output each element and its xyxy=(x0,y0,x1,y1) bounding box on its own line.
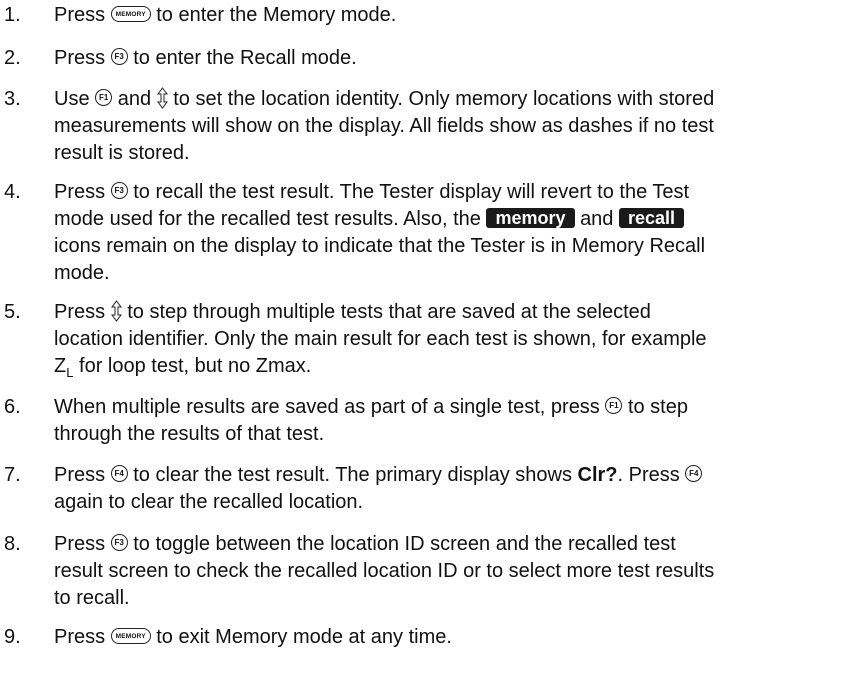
step-text: Use F1 and to set the location identity.… xyxy=(54,86,844,167)
step-text-part: result is stored. xyxy=(54,142,190,164)
step-text: Press F3 to toggle between the location … xyxy=(54,531,844,612)
step-text-part: . Press xyxy=(617,464,680,486)
step-text-part: to recall. xyxy=(54,587,130,609)
step-text-part: Press xyxy=(54,626,106,648)
step-number: 6. xyxy=(4,396,21,418)
f3-key-icon: F3 xyxy=(110,534,128,552)
step-text: Press MEMORY to enter the Memory mode. xyxy=(54,2,844,29)
step-text-part: to recall the test result. The Tester di… xyxy=(133,181,690,203)
recall-icon-badge: recall xyxy=(619,207,685,228)
step-text-part: to step through multiple tests that are … xyxy=(127,301,651,323)
step-text-part: Use xyxy=(54,88,90,110)
up-down-arrow-icon xyxy=(110,299,122,322)
step-number: 5. xyxy=(4,301,21,323)
step-text: Press F3 to recall the test result. The … xyxy=(54,179,844,287)
clr-display-text: Clr? xyxy=(577,464,618,486)
step-text-part: location identifier. Only the main resul… xyxy=(54,328,707,350)
step-number: 9. xyxy=(4,626,21,648)
step-text-part: to enter the Memory mode. xyxy=(156,4,397,26)
step-text-part: to set the location identity. Only memor… xyxy=(173,88,715,110)
step-text-part: and xyxy=(580,208,614,230)
step-number: 1. xyxy=(4,4,21,26)
step-text: Press F3 to enter the Recall mode. xyxy=(54,45,844,72)
step-number: 4. xyxy=(4,181,21,203)
step-text-part: Press xyxy=(54,47,106,69)
memory-key-icon: MEMORY xyxy=(110,627,151,644)
step-text-part: to step xyxy=(627,396,688,418)
step-text-part: Press xyxy=(54,181,106,203)
step-text-part: Press xyxy=(54,4,106,26)
step-text-part: Press xyxy=(54,301,106,323)
f4-key-icon: F4 xyxy=(685,465,703,483)
step-number: 7. xyxy=(4,464,21,486)
step-text-part: Press xyxy=(54,533,106,555)
memory-icon-badge: memory xyxy=(486,207,575,228)
step-text-part: to clear the test result. The primary di… xyxy=(133,464,572,486)
step-text-part: to toggle between the location ID screen… xyxy=(133,533,676,555)
step-text: When multiple results are saved as part … xyxy=(54,394,844,448)
step-text-part: measurements will show on the display. A… xyxy=(54,115,714,137)
step-text: Press to step through multiple tests tha… xyxy=(54,299,844,380)
step-text-part: to enter the Recall mode. xyxy=(133,47,357,69)
step-text-part: again to clear the recalled location. xyxy=(54,491,364,513)
zl-symbol: Z xyxy=(54,355,67,377)
step-text: Press F4 to clear the test result. The p… xyxy=(54,462,844,516)
step-text-part: and xyxy=(117,88,152,110)
step-text-part: When multiple results are saved as part … xyxy=(54,396,600,418)
step-number: 8. xyxy=(4,533,21,555)
step-number: 2. xyxy=(4,47,21,69)
step-text-part: to exit Memory mode at any time. xyxy=(156,626,452,648)
f4-key-icon: F4 xyxy=(110,465,128,483)
memory-key-icon: MEMORY xyxy=(110,5,151,22)
f3-key-icon: F3 xyxy=(110,182,128,200)
step-number: 3. xyxy=(4,88,21,110)
f1-key-icon: F1 xyxy=(605,397,623,415)
up-down-arrow-icon xyxy=(156,86,168,109)
step-text-part: result screen to check the recalled loca… xyxy=(54,560,715,582)
step-text-part: for loop test, but no Zmax. xyxy=(79,355,312,377)
step-text-part: through the results of that test. xyxy=(54,423,325,445)
step-text-part: Press xyxy=(54,464,106,486)
step-text-part: mode used for the recalled test results.… xyxy=(54,208,481,230)
step-text-part: icons remain on the display to indicate … xyxy=(54,235,706,257)
step-text: Press MEMORY to exit Memory mode at any … xyxy=(54,624,844,651)
f3-key-icon: F3 xyxy=(110,48,128,66)
zl-subscript: L xyxy=(66,365,74,380)
f1-key-icon: F1 xyxy=(95,89,113,107)
step-text-part: mode. xyxy=(54,262,110,284)
instruction-page: 1. Press MEMORY to enter the Memory mode… xyxy=(0,0,860,679)
